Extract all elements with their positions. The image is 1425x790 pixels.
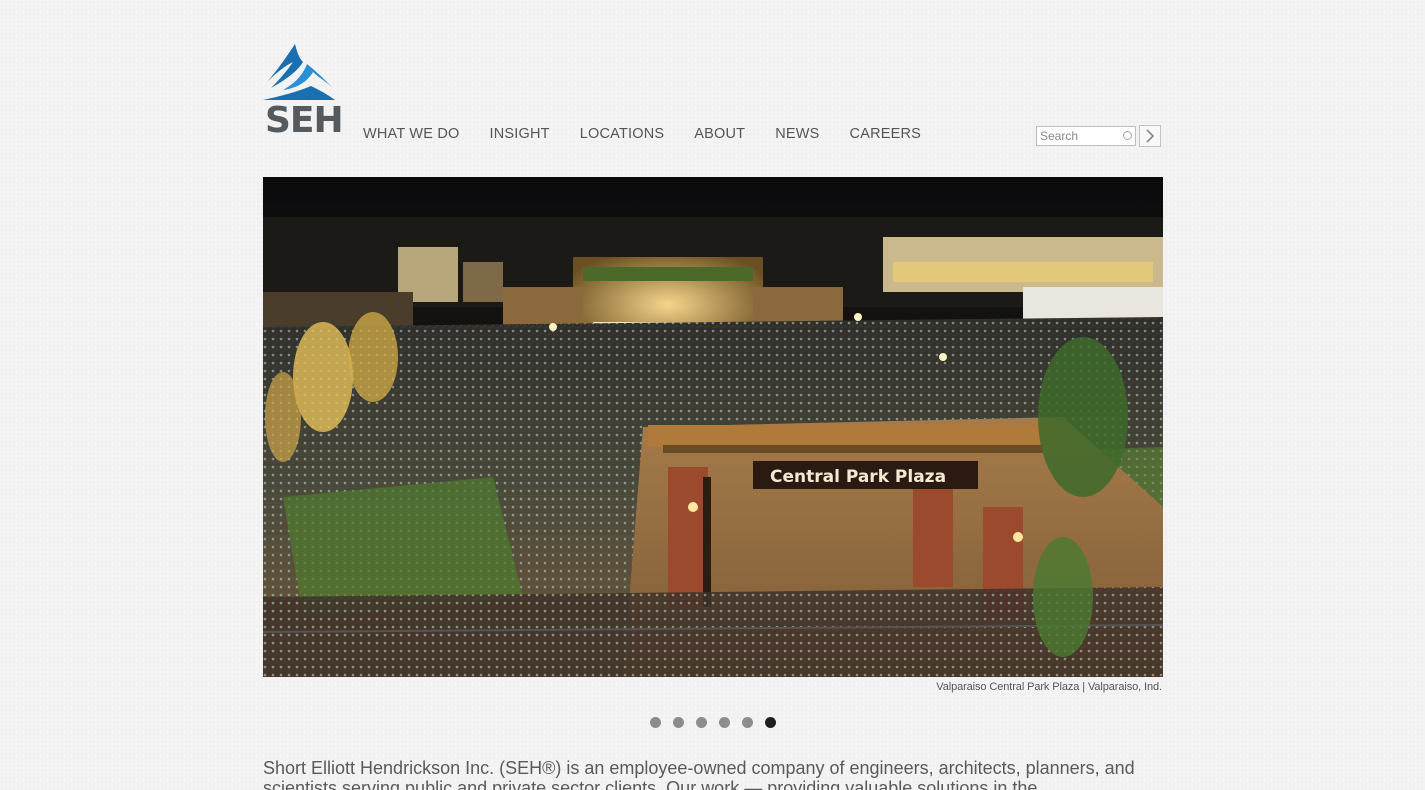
search-form [1036, 125, 1161, 147]
seh-logo[interactable]: SEH [263, 42, 344, 142]
nav-item-locations[interactable]: LOCATIONS [580, 126, 665, 142]
hero-image[interactable]: Central Park Plaza [263, 177, 1163, 677]
page-container: SEH WHAT WE DO INSIGHT LOCATIONS ABOUT N… [263, 0, 1163, 790]
logo-wave-icon [263, 44, 335, 100]
nav-item-about[interactable]: ABOUT [694, 126, 745, 142]
slider-dot-2[interactable] [673, 717, 684, 728]
nav-item-insight[interactable]: INSIGHT [490, 126, 550, 142]
nav-item-news[interactable]: NEWS [775, 126, 819, 142]
search-box [1036, 126, 1136, 146]
slider-dot-4[interactable] [719, 717, 730, 728]
nav-item-careers[interactable]: CAREERS [850, 126, 922, 142]
nav-item-what-we-do[interactable]: WHAT WE DO [363, 126, 460, 142]
search-submit-button[interactable] [1139, 125, 1161, 147]
slider-dot-3[interactable] [696, 717, 707, 728]
clear-circle-icon[interactable] [1123, 131, 1132, 140]
hero-sign-text: Central Park Plaza [770, 467, 946, 487]
intro-paragraph: Short Elliott Hendrickson Inc. (SEH®) is… [263, 758, 1135, 790]
search-input[interactable] [1037, 127, 1120, 145]
main-nav: WHAT WE DO INSIGHT LOCATIONS ABOUT NEWS … [363, 126, 951, 142]
hero-caption: Valparaiso Central Park Plaza | Valparai… [936, 681, 1162, 693]
logo-text: SEH [265, 100, 344, 141]
slider-dot-5[interactable] [742, 717, 753, 728]
slider-dots [650, 717, 788, 728]
hero-photo: Central Park Plaza [263, 177, 1163, 677]
slider-dot-1[interactable] [650, 717, 661, 728]
chevron-right-icon [1146, 129, 1155, 143]
slider-dot-6[interactable] [765, 717, 776, 728]
